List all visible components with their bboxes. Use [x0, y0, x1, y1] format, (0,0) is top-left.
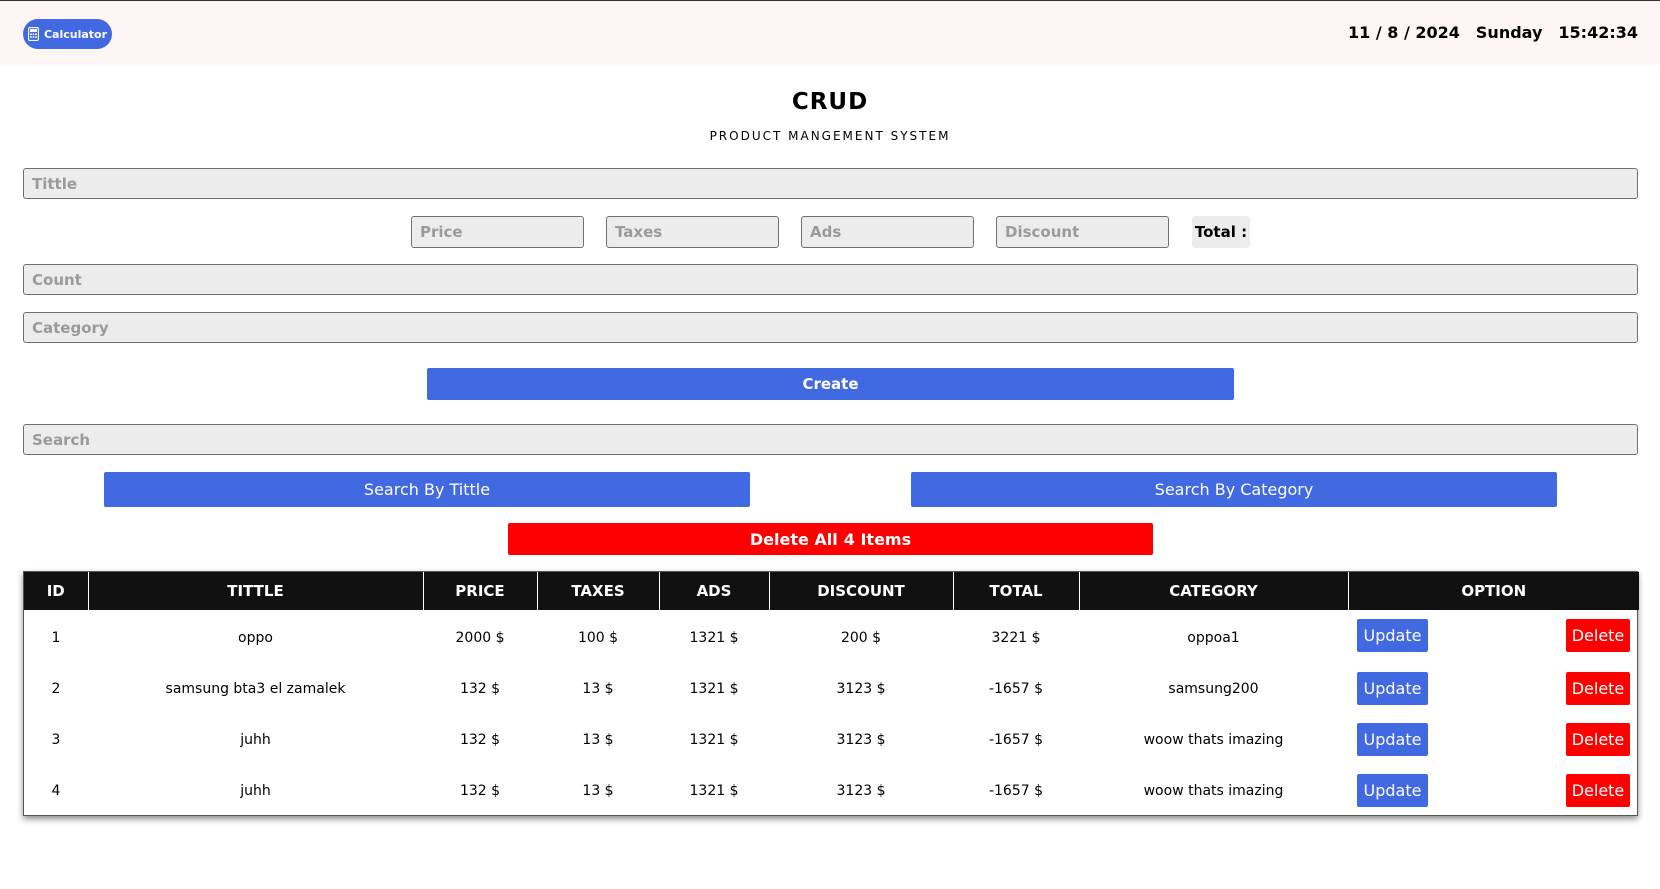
page-subtitle: PRODUCT MANGEMENT SYSTEM: [709, 129, 951, 143]
table-row: 1 oppo 2000 $ 100 $ 1321 $ 200 $ 3221 $ …: [24, 610, 1639, 663]
cell-total: 3221 $: [991, 629, 1041, 646]
delete-all-button[interactable]: Delete All 4 Items: [508, 523, 1153, 555]
cell-discount: 3123 $: [836, 731, 886, 748]
total-display: Total :: [1192, 216, 1250, 248]
delete-button[interactable]: Delete: [1566, 619, 1630, 652]
cell-title: juhh: [240, 782, 271, 799]
update-button[interactable]: Update: [1357, 723, 1428, 756]
products-table-container: ID TITTLE PRICE TAXES ADS DISCOUNT TOTAL…: [23, 571, 1639, 816]
table-row: 4 juhh 132 $ 13 $ 1321 $ 3123 $ -1657 $ …: [24, 765, 1639, 816]
cell-ads: 1321 $: [689, 782, 739, 799]
cell-discount: 3123 $: [836, 680, 886, 697]
date-text: 11 / 8 / 2024: [1348, 23, 1460, 42]
search-by-title-button[interactable]: Search By Tittle: [104, 472, 750, 507]
day-text: Sunday: [1475, 23, 1543, 42]
cell-ads: 1321 $: [689, 629, 739, 646]
update-button[interactable]: Update: [1357, 774, 1428, 807]
cell-total: -1657 $: [988, 680, 1044, 697]
cell-category: samsung200: [1168, 680, 1259, 697]
header-price: PRICE: [423, 572, 538, 610]
ads-input[interactable]: [801, 216, 974, 248]
taxes-input[interactable]: [606, 216, 779, 248]
cell-title: samsung bta3 el zamalek: [165, 680, 346, 697]
cell-id: 2: [51, 680, 61, 697]
header-total: TOTAL: [953, 572, 1080, 610]
cell-price: 132 $: [459, 731, 501, 748]
cell-option: Update Delete: [1348, 663, 1639, 714]
create-button[interactable]: Create: [427, 368, 1234, 400]
header-ads: ADS: [659, 572, 770, 610]
header-id: ID: [24, 572, 89, 610]
products-table: ID TITTLE PRICE TAXES ADS DISCOUNT TOTAL…: [24, 572, 1639, 816]
cell-title: oppo: [238, 629, 273, 646]
cell-total: -1657 $: [988, 782, 1044, 799]
cell-taxes: 13 $: [582, 782, 614, 799]
cell-ads: 1321 $: [689, 731, 739, 748]
calculator-label: Calculator: [43, 27, 108, 41]
cell-option: Update Delete: [1348, 610, 1639, 663]
header-option: OPTION: [1348, 572, 1639, 610]
header-discount: DISCOUNT: [769, 572, 954, 610]
delete-button[interactable]: Delete: [1566, 774, 1630, 807]
cell-category: oppoa1: [1187, 629, 1240, 646]
cell-option: Update Delete: [1348, 714, 1639, 765]
table-header-row: ID TITTLE PRICE TAXES ADS DISCOUNT TOTAL…: [24, 572, 1639, 610]
cell-taxes: 13 $: [582, 680, 614, 697]
category-input[interactable]: [23, 312, 1638, 343]
cell-id: 3: [51, 731, 61, 748]
delete-button[interactable]: Delete: [1566, 723, 1630, 756]
cell-total: -1657 $: [988, 731, 1044, 748]
cell-ads: 1321 $: [689, 680, 739, 697]
header-category: CATEGORY: [1079, 572, 1349, 610]
header-taxes: TAXES: [537, 572, 660, 610]
top-bar: Calculator 11 / 8 / 2024 Sunday 15:42:34: [0, 1, 1660, 65]
cell-taxes: 100 $: [577, 629, 619, 646]
page-title: CRUD: [791, 89, 869, 115]
count-input[interactable]: [23, 264, 1638, 295]
cell-price: 2000 $: [455, 629, 505, 646]
header-title: TITTLE: [88, 572, 424, 610]
cell-id: 1: [51, 629, 61, 646]
cell-id: 4: [51, 782, 61, 799]
price-input[interactable]: [411, 216, 584, 248]
calculator-icon: [27, 27, 39, 41]
cell-price: 132 $: [459, 680, 501, 697]
title-input[interactable]: [23, 168, 1638, 199]
update-button[interactable]: Update: [1357, 672, 1428, 705]
search-by-category-button[interactable]: Search By Category: [911, 472, 1557, 507]
delete-all-label: Delete All: [749, 529, 838, 549]
cell-taxes: 13 $: [582, 731, 614, 748]
table-row: 2 samsung bta3 el zamalek 132 $ 13 $ 132…: [24, 663, 1639, 714]
calculator-button[interactable]: Calculator: [23, 19, 112, 49]
time-text: 15:42:34: [1558, 23, 1638, 42]
search-input[interactable]: [23, 424, 1638, 455]
cell-category: woow thats imazing: [1143, 731, 1284, 748]
table-row: 3 juhh 132 $ 13 $ 1321 $ 3123 $ -1657 $ …: [24, 714, 1639, 765]
cell-discount: 200 $: [840, 629, 882, 646]
cell-option: Update Delete: [1348, 765, 1639, 816]
cell-discount: 3123 $: [836, 782, 886, 799]
delete-all-count: 4 Items: [843, 529, 912, 549]
discount-input[interactable]: [996, 216, 1169, 248]
clock: 11 / 8 / 2024 Sunday 15:42:34: [1348, 23, 1638, 42]
cell-category: woow thats imazing: [1143, 782, 1284, 799]
cell-title: juhh: [240, 731, 271, 748]
update-button[interactable]: Update: [1357, 619, 1428, 652]
delete-button[interactable]: Delete: [1566, 672, 1630, 705]
cell-price: 132 $: [459, 782, 501, 799]
